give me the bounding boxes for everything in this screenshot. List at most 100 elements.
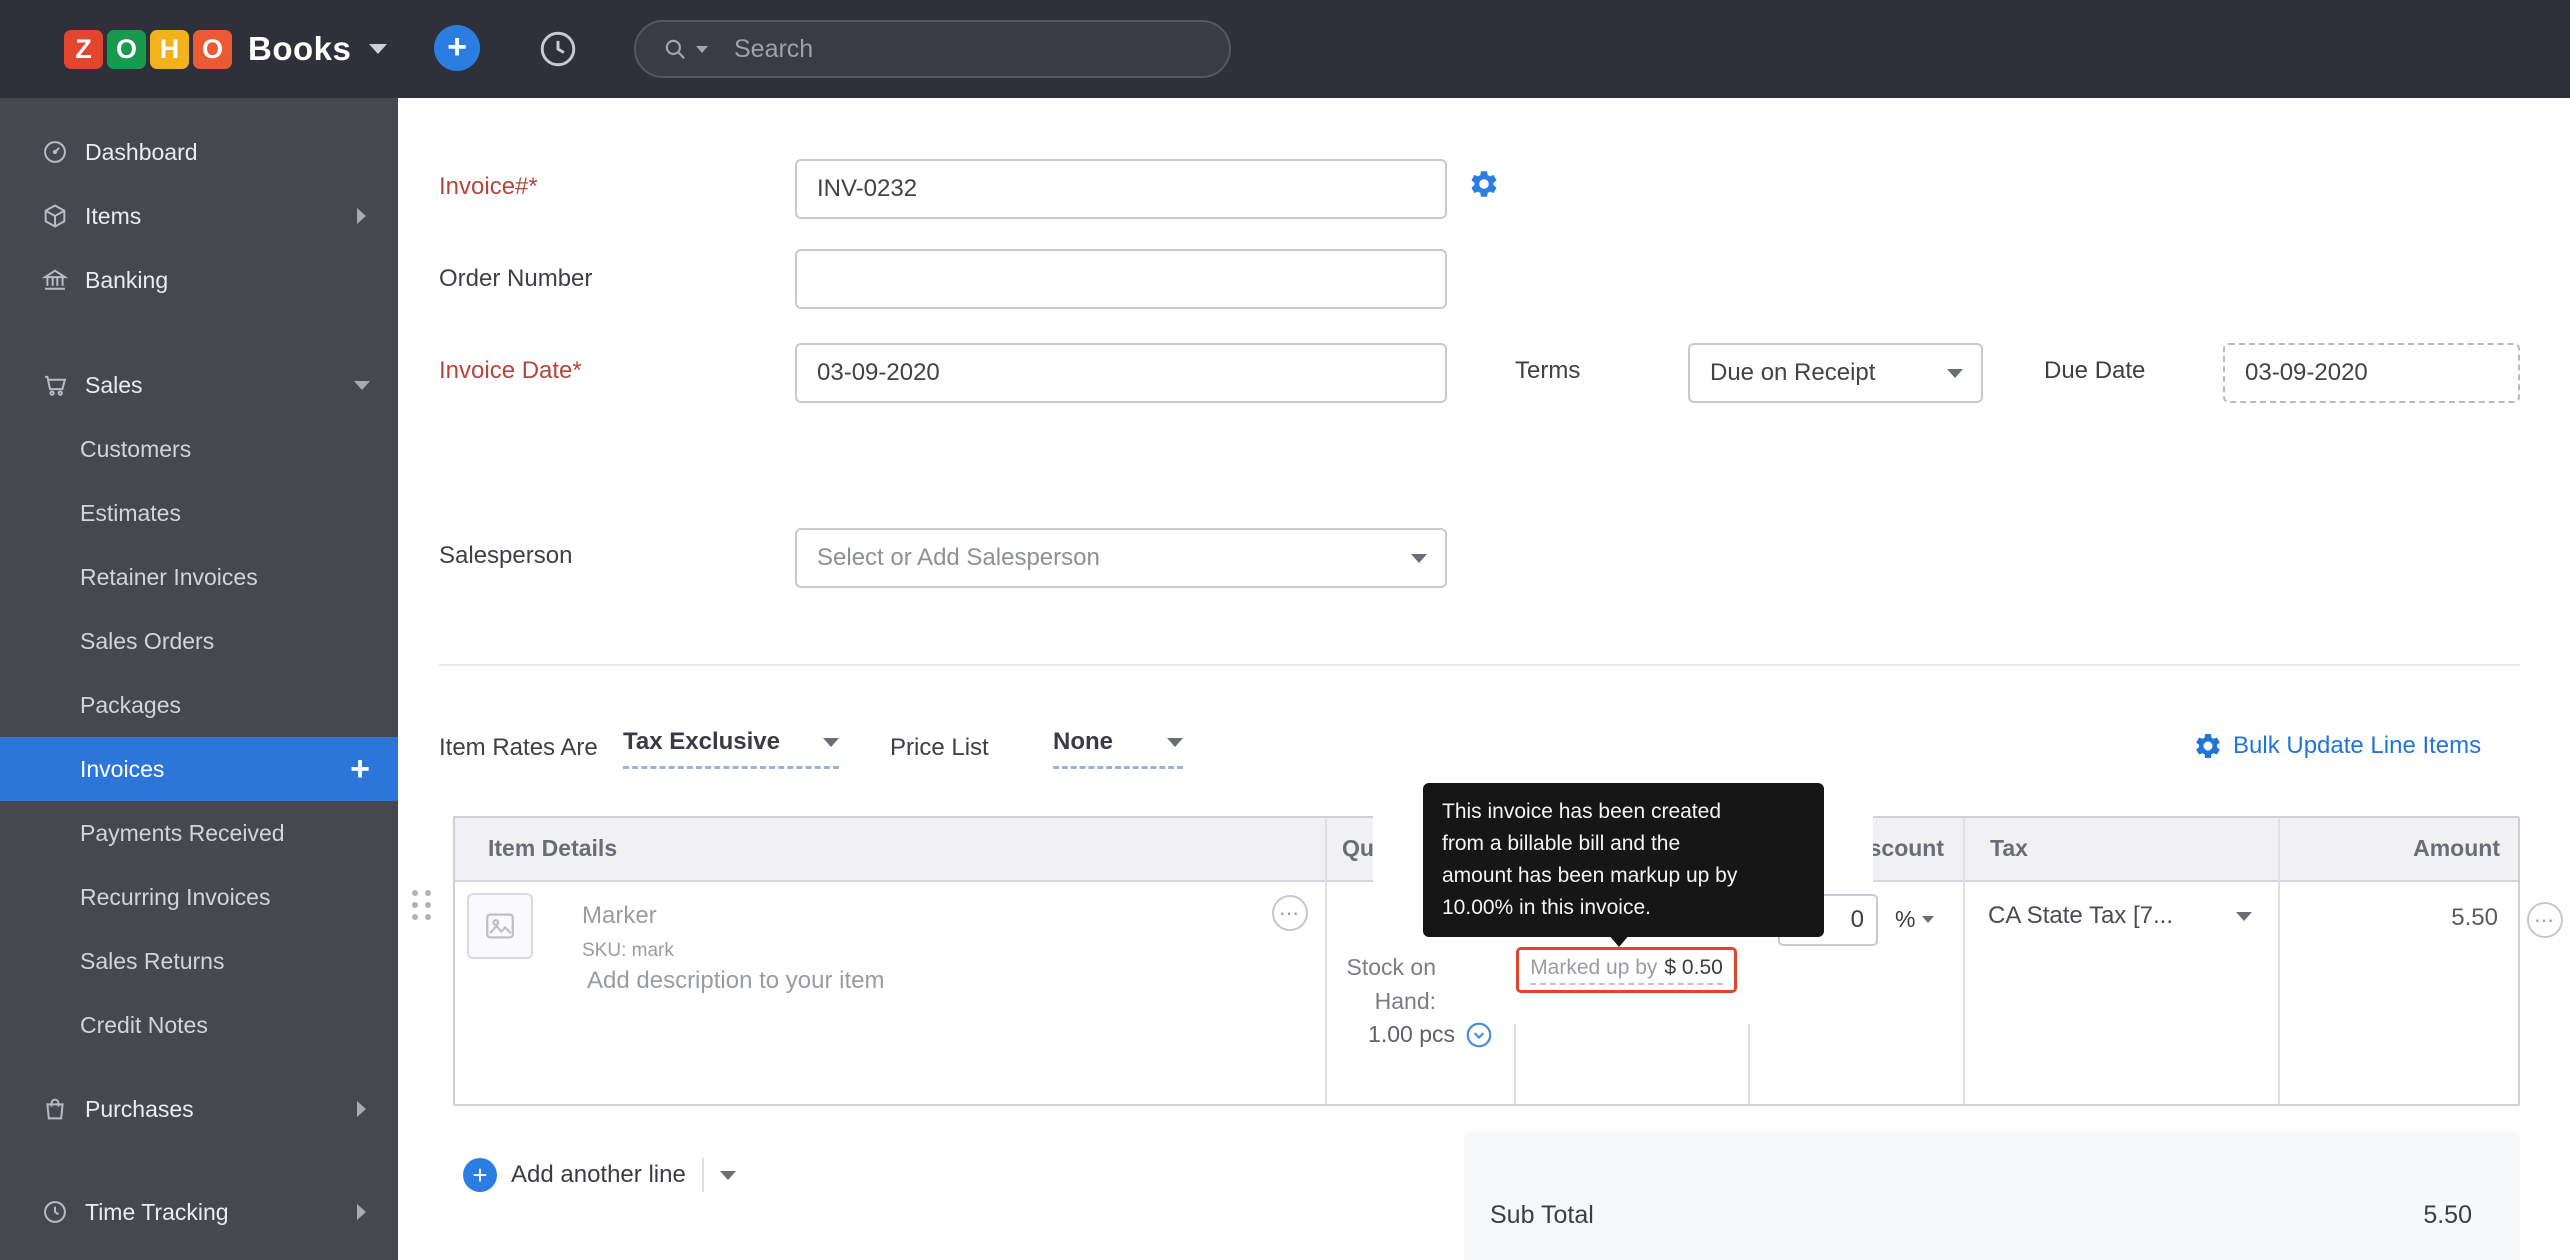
row-drag-handle[interactable] bbox=[412, 890, 431, 920]
new-invoice-plus-icon[interactable]: + bbox=[350, 752, 370, 786]
invoice-date-input[interactable] bbox=[795, 343, 1447, 403]
sidebar-item-recurring-invoices[interactable]: Recurring Invoices bbox=[0, 865, 398, 929]
org-chevron-down-icon[interactable] bbox=[369, 44, 388, 54]
terms-label: Terms bbox=[1515, 357, 1581, 384]
search-scope-chevron-icon[interactable] bbox=[696, 45, 708, 53]
tax-select[interactable]: CA State Tax [7... bbox=[1988, 902, 2252, 930]
stock-on-hand-value: 1.00 pcs bbox=[1368, 1021, 1455, 1047]
image-icon bbox=[486, 913, 514, 939]
sidebar-item-dashboard[interactable]: Dashboard bbox=[0, 120, 398, 184]
terms-select[interactable]: Due on Receipt bbox=[1688, 343, 1983, 403]
header-tax: Tax bbox=[1990, 835, 2028, 861]
logo-tile-o2: O bbox=[193, 29, 232, 69]
row-actions-ellipsis-button[interactable]: ⋯ bbox=[2527, 902, 2563, 938]
plus-icon: + bbox=[447, 27, 467, 66]
salesperson-select[interactable]: Select or Add Salesperson bbox=[795, 528, 1447, 588]
bulk-update-line-items-link[interactable]: Bulk Update Line Items bbox=[2193, 731, 2481, 761]
logo-tile-h: H bbox=[150, 29, 189, 69]
discount-unit-dropdown[interactable]: % bbox=[1895, 906, 1935, 933]
chevron-down-icon bbox=[1922, 916, 1935, 923]
search-input[interactable] bbox=[734, 34, 1219, 64]
global-search[interactable] bbox=[634, 20, 1231, 78]
quick-create-button[interactable]: + bbox=[434, 25, 480, 71]
recent-history-button[interactable] bbox=[536, 27, 580, 76]
markup-tooltip: This invoice has been created from a bil… bbox=[1423, 783, 1824, 937]
stock-on-hand-label-line2: Hand: bbox=[1374, 988, 1436, 1014]
sidebar-item-packages[interactable]: Packages bbox=[0, 673, 398, 737]
item-description-input[interactable]: Add description to your item bbox=[587, 967, 884, 995]
items-box-icon bbox=[41, 202, 71, 230]
tax-mode-dropdown[interactable]: Tax Exclusive bbox=[623, 728, 839, 769]
search-icon bbox=[665, 39, 685, 59]
salesperson-label: Salesperson bbox=[439, 542, 573, 569]
sidebar-item-time-tracking[interactable]: Time Tracking bbox=[0, 1180, 398, 1244]
marked-up-indicator: Marked up by $ 0.50 bbox=[1516, 947, 1737, 993]
due-date-label: Due Date bbox=[2044, 357, 2146, 384]
sidebar-item-customers[interactable]: Customers bbox=[0, 417, 398, 481]
line-amount: 5.50 bbox=[2451, 904, 2498, 931]
column-divider bbox=[2278, 818, 2280, 1104]
org-logo[interactable]: Z O H O Books bbox=[64, 0, 388, 98]
order-number-label: Order Number bbox=[439, 265, 593, 292]
header-item-details: Item Details bbox=[488, 835, 618, 861]
sub-total-value: 5.50 bbox=[2423, 1201, 2472, 1229]
invoice-number-settings-gear-icon[interactable] bbox=[1468, 168, 1500, 200]
chevron-down-icon bbox=[354, 380, 370, 390]
plus-circle-icon: + bbox=[463, 1158, 497, 1192]
invoice-form: Invoice#* Order Number Invoice Date* Ter… bbox=[398, 98, 2570, 1260]
chevron-down-icon bbox=[1947, 368, 1963, 378]
topbar: Z O H O Books + bbox=[0, 0, 2570, 98]
chevron-down-icon bbox=[1411, 553, 1427, 563]
sidebar-item-payments-received[interactable]: Payments Received bbox=[0, 801, 398, 865]
item-sku: SKU: mark bbox=[582, 940, 674, 961]
sidebar-item-sales-orders[interactable]: Sales Orders bbox=[0, 609, 398, 673]
sidebar-item-estimates[interactable]: Estimates bbox=[0, 481, 398, 545]
sidebar-item-sales[interactable]: Sales bbox=[0, 353, 398, 417]
header-amount: Amount bbox=[2413, 835, 2500, 861]
history-clock-icon bbox=[540, 31, 576, 67]
invoice-number-input[interactable] bbox=[795, 159, 1447, 219]
due-date-input[interactable]: 03-09-2020 bbox=[2223, 343, 2520, 403]
item-name[interactable]: Marker bbox=[582, 902, 657, 930]
add-another-line-button[interactable]: + Add another line bbox=[463, 1158, 736, 1192]
chevron-right-icon bbox=[357, 1101, 366, 1117]
chevron-down-icon bbox=[1167, 737, 1183, 747]
price-list-dropdown[interactable]: None bbox=[1053, 728, 1183, 769]
gear-icon bbox=[2196, 733, 2220, 758]
chevron-down-icon bbox=[2236, 911, 2252, 921]
section-divider bbox=[439, 664, 2520, 666]
brand-name: Books bbox=[248, 30, 352, 67]
stock-detail-chevron-circle-icon[interactable] bbox=[1464, 1020, 1494, 1050]
time-tracking-clock-icon bbox=[41, 1198, 71, 1226]
chevron-right-icon bbox=[357, 208, 366, 224]
item-options-ellipsis-button[interactable]: ⋯ bbox=[1272, 895, 1308, 931]
sidebar-item-banking[interactable]: Banking bbox=[0, 248, 398, 312]
sidebar-item-purchases[interactable]: Purchases bbox=[0, 1077, 398, 1141]
chevron-down-icon bbox=[823, 737, 839, 747]
banking-icon bbox=[41, 266, 71, 294]
sidebar-item-invoices[interactable]: Invoices + bbox=[0, 737, 398, 801]
sidebar-item-sales-returns[interactable]: Sales Returns bbox=[0, 929, 398, 993]
item-rates-label: Item Rates Are bbox=[439, 734, 598, 761]
invoice-summary-panel: Sub Total 5.50 bbox=[1464, 1131, 2520, 1260]
invoice-number-label: Invoice#* bbox=[439, 173, 538, 200]
item-image-placeholder[interactable] bbox=[467, 893, 533, 959]
sidebar: Dashboard Items Banking Sales Customers … bbox=[0, 98, 398, 1260]
stock-on-hand-label-line1: Stock on bbox=[1346, 954, 1437, 980]
sidebar-item-items[interactable]: Items bbox=[0, 184, 398, 248]
column-divider bbox=[1963, 818, 1965, 1104]
purchases-bag-icon bbox=[41, 1095, 71, 1123]
sidebar-item-retainer-invoices[interactable]: Retainer Invoices bbox=[0, 545, 398, 609]
logo-tile-o1: O bbox=[107, 29, 146, 69]
dashboard-icon bbox=[41, 138, 71, 166]
zoho-books-window: Z O H O Books + Search Dashboard Items B… bbox=[0, 0, 2570, 1260]
invoice-date-label: Invoice Date* bbox=[439, 357, 582, 384]
tooltip-arrow bbox=[1608, 934, 1630, 947]
add-line-options-chevron-icon[interactable] bbox=[719, 1170, 736, 1180]
logo-tile-z: Z bbox=[64, 29, 103, 69]
order-number-input[interactable] bbox=[795, 249, 1447, 309]
sub-total-label: Sub Total bbox=[1490, 1201, 1594, 1229]
sidebar-item-credit-notes[interactable]: Credit Notes bbox=[0, 993, 398, 1057]
divider bbox=[701, 1158, 704, 1192]
price-list-label: Price List bbox=[890, 734, 989, 761]
